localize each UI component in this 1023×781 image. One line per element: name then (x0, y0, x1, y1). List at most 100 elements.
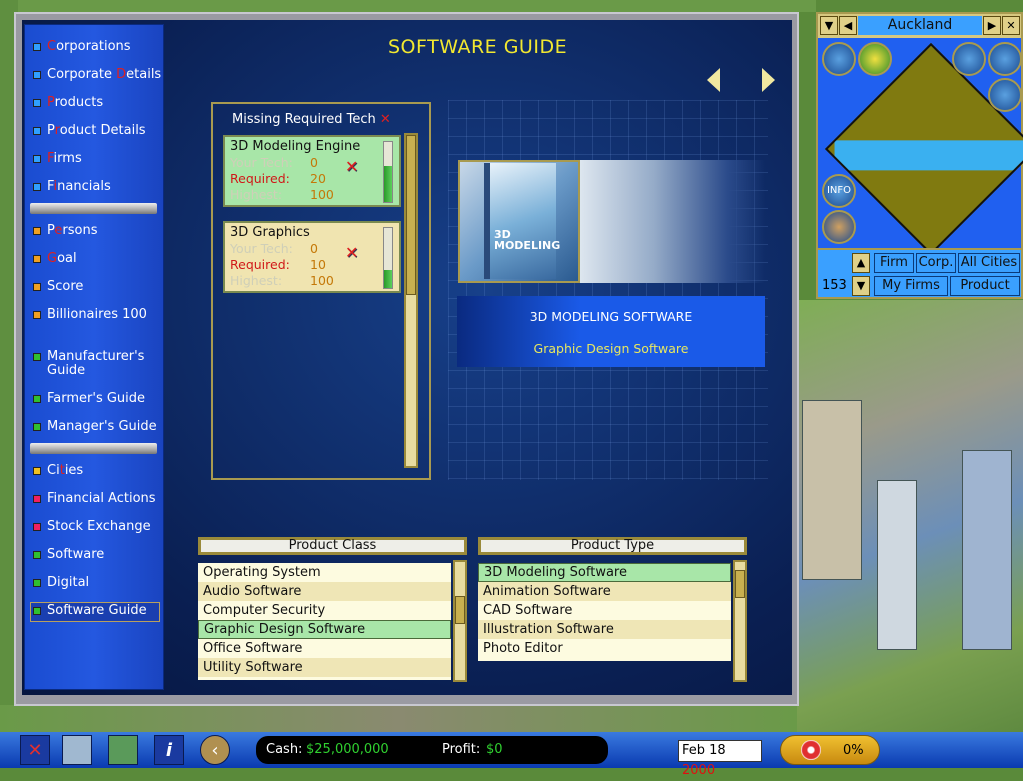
tech-name: 3D Graphics (230, 225, 310, 240)
sidebar-item[interactable]: Score (33, 280, 83, 294)
sidebar-item[interactable]: Products (33, 96, 103, 110)
money-icon[interactable] (858, 42, 892, 76)
product-class-item[interactable]: Audio Software (198, 582, 451, 601)
product-class-item[interactable]: Office Software (198, 639, 451, 658)
product-class-item[interactable]: Graphic Design Software (198, 620, 451, 639)
sidebar-item[interactable]: Financials (33, 180, 111, 194)
product-type-item[interactable]: Animation Software (478, 582, 731, 601)
corp-button[interactable]: Corp. (916, 253, 956, 273)
date-display: Feb 18 2000 (678, 740, 762, 778)
sidebar-item-label: Goal (47, 251, 77, 266)
bullet-icon (33, 467, 41, 475)
next-city-icon[interactable]: ▶ (983, 16, 1001, 35)
sidebar-item[interactable]: Billionaires 100 (33, 308, 147, 322)
sidebar-item-label: Financial Actions (47, 491, 156, 506)
product-banner (580, 160, 765, 283)
dropdown-icon[interactable]: ▼ (820, 16, 838, 35)
map-grid-icon[interactable] (62, 735, 92, 765)
sidebar-item[interactable]: Farmer's Guide (33, 392, 145, 406)
map-background (0, 0, 816, 12)
sidebar-item[interactable]: Corporations (33, 40, 131, 54)
tech-level-bar (383, 227, 393, 289)
missing-x-icon: ✕ (379, 112, 391, 127)
tech-card[interactable]: 3D Graphics Your Tech: 0 Required: 10 High… (223, 221, 401, 293)
down-arrow-icon[interactable]: ▼ (852, 276, 870, 296)
bullet-icon (33, 43, 41, 51)
city-name[interactable]: Auckland (858, 16, 982, 35)
headquarters-icon[interactable] (822, 210, 856, 244)
close-icon[interactable]: ✕ (1002, 16, 1020, 35)
sidebar-item[interactable]: Firms (33, 152, 82, 166)
product-type-item[interactable]: Illustration Software (478, 620, 731, 639)
bullet-icon (33, 311, 41, 319)
required-value: 20 (310, 171, 326, 186)
sidebar-item[interactable]: Product Details (33, 124, 146, 138)
tech-header: Missing Required Tech ✕ (232, 112, 391, 127)
chain-icon[interactable] (988, 78, 1022, 112)
back-icon[interactable]: ‹ (200, 735, 230, 765)
city-view[interactable] (797, 300, 1023, 732)
goal-percent: 0% (843, 743, 864, 758)
product-class-item[interactable]: Utility Software (198, 658, 451, 677)
sidebar-item[interactable]: Digital (33, 576, 89, 590)
building (877, 480, 917, 650)
goal-progress[interactable]: 0% (780, 735, 880, 765)
sidebar-item[interactable]: Financial Actions (33, 492, 156, 506)
buildings-icon[interactable] (822, 42, 856, 76)
product-class-label: Graphic Design Software (533, 341, 689, 356)
date-year: 2000 (682, 763, 716, 778)
up-arrow-icon[interactable]: ▲ (852, 253, 870, 273)
bullet-icon (33, 183, 41, 191)
scroll-thumb[interactable] (735, 570, 745, 598)
chart-icon[interactable] (952, 42, 986, 76)
sidebar-item[interactable]: Stock Exchange (33, 520, 151, 534)
sidebar-separator (30, 203, 157, 214)
tech-scrollbar[interactable] (404, 133, 418, 468)
sidebar-item[interactable]: Software (33, 548, 104, 562)
tech-card[interactable]: 3D Modeling Engine Your Tech: 0 Required:… (223, 135, 401, 207)
sidebar-item[interactable]: Corporate Details (33, 68, 161, 82)
product-class-item[interactable]: Computer Security (198, 601, 451, 620)
sidebar-item[interactable]: Persons (33, 224, 97, 238)
product-class-list: Operating System Audio Software Computer S… (198, 563, 451, 680)
scroll-thumb[interactable] (455, 596, 465, 624)
bullet-icon (33, 127, 41, 135)
info-icon[interactable]: i (154, 735, 184, 765)
your-tech-value: 0 (310, 155, 318, 170)
my-firms-button[interactable]: My Firms (874, 276, 948, 296)
all-cities-button[interactable]: All Cities (958, 253, 1020, 273)
class-scrollbar[interactable] (453, 560, 467, 682)
product-class-item[interactable]: Operating System (198, 563, 451, 582)
product-button[interactable]: Product (950, 276, 1020, 296)
product-type-item[interactable]: Photo Editor (478, 639, 731, 658)
info-button[interactable]: INFO (822, 174, 856, 208)
highest-label: Highest: (230, 273, 283, 288)
tools-icon[interactable]: ✕ (20, 735, 50, 765)
sidebar-separator (30, 443, 157, 454)
product-type-item[interactable]: 3D Modeling Software (478, 563, 731, 582)
bullet-icon (33, 395, 41, 403)
world-map-icon[interactable] (108, 735, 138, 765)
product-type-item[interactable]: CAD Software (478, 601, 731, 620)
required-label: Required: (230, 171, 290, 186)
firm-button[interactable]: Firm (874, 253, 914, 273)
bullet-icon (33, 523, 41, 531)
missing-x-icon: ✕ (345, 243, 359, 262)
river (834, 140, 1023, 171)
next-arrow-icon[interactable] (762, 68, 775, 92)
sidebar-item[interactable]: Cities (33, 464, 83, 478)
sidebar-item[interactable]: Goal (33, 252, 77, 266)
highest-label: Highest: (230, 187, 283, 202)
target-icon (801, 740, 821, 760)
sidebar-item-label: Score (47, 279, 84, 294)
sidebar-item[interactable]: Manager's Guide (33, 420, 157, 434)
sidebar-item[interactable]: Software Guide (33, 604, 147, 618)
sidebar-item-label: Digital (47, 575, 90, 590)
prev-city-icon[interactable]: ◀ (839, 16, 857, 35)
scroll-thumb[interactable] (406, 135, 416, 295)
type-scrollbar[interactable] (733, 560, 747, 682)
previous-arrow-icon[interactable] (707, 68, 720, 92)
sidebar-item[interactable]: Manufacturer's Guide (33, 350, 147, 378)
city-view[interactable] (0, 705, 797, 732)
pickaxe-icon[interactable] (988, 42, 1022, 76)
